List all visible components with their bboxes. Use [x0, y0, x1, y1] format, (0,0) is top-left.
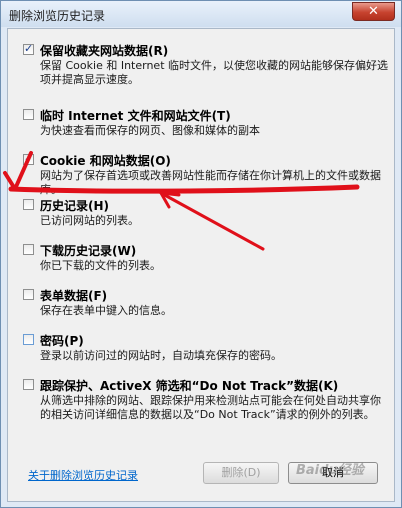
annotation-checkmark	[3, 151, 33, 191]
annotation-underline	[8, 184, 360, 194]
annotation-arrow-line	[159, 191, 265, 251]
delete-history-dialog: 删除浏览历史记录 ✕ 保留收藏夹网站数据(R) 保留 Cookie 和 Inte…	[0, 0, 402, 508]
annotation-overlay	[3, 151, 360, 251]
